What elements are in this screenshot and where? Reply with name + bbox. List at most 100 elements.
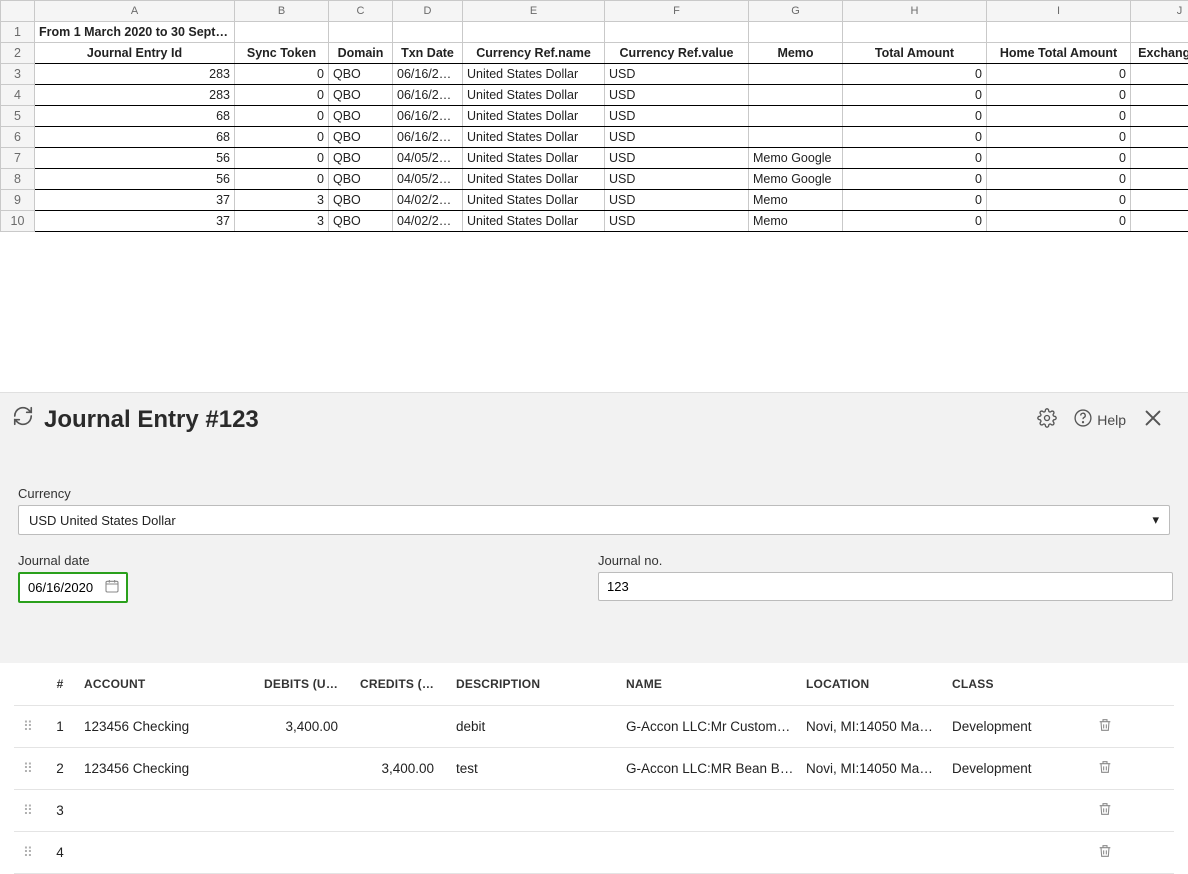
cell[interactable]: USD [605,211,749,232]
row-header[interactable]: 9 [1,190,35,211]
cell[interactable]: Domain [329,43,393,64]
cell[interactable]: 0 [987,211,1131,232]
cell[interactable]: QBO [329,169,393,190]
cell[interactable]: 06/16/2020 [393,127,463,148]
row-header[interactable]: 10 [1,211,35,232]
cell[interactable]: QBO [329,190,393,211]
row-header[interactable]: 4 [1,85,35,106]
cell[interactable]: Total Amount [843,43,987,64]
cell[interactable]: QBO [329,106,393,127]
cell[interactable]: From 1 March 2020 to 30 September 2020 [35,22,235,43]
line-credit[interactable] [354,801,450,821]
row-header[interactable]: 8 [1,169,35,190]
cell[interactable]: United States Dollar [463,190,605,211]
cell[interactable]: 68 [35,106,235,127]
line-item-row[interactable]: ⠿ 4 [14,832,1174,874]
cell[interactable]: 0 [843,64,987,85]
line-location[interactable] [800,801,946,821]
help-button[interactable]: Help [1069,404,1130,435]
cell[interactable] [1131,127,1188,148]
cell[interactable]: 06/16/2020 [393,64,463,85]
cell[interactable]: Memo [749,190,843,211]
cell[interactable]: 04/02/2020 [393,190,463,211]
cell[interactable] [1131,85,1188,106]
line-name[interactable]: G-Accon LLC:MR Bean B Ivan II [620,751,800,786]
col-header[interactable]: D [393,1,463,22]
cell[interactable] [749,106,843,127]
cell[interactable]: 0 [843,190,987,211]
line-description[interactable]: debit [450,709,620,744]
col-header[interactable]: E [463,1,605,22]
cell[interactable]: 3 [235,211,329,232]
cell[interactable]: Txn Date [393,43,463,64]
cell[interactable]: Currency Ref.value [605,43,749,64]
cell[interactable] [749,64,843,85]
cell[interactable]: 0 [235,169,329,190]
cell[interactable]: 0 [987,148,1131,169]
cell[interactable]: 0 [987,190,1131,211]
col-header[interactable]: H [843,1,987,22]
drag-handle-icon[interactable]: ⠿ [14,709,42,745]
settings-button[interactable] [1033,404,1061,435]
cell[interactable]: 0 [235,64,329,85]
cell[interactable]: 06/16/2020 [393,85,463,106]
cell[interactable]: QBO [329,64,393,85]
col-header[interactable]: A [35,1,235,22]
line-class[interactable]: Development [946,751,1086,786]
cell[interactable]: 0 [987,106,1131,127]
cell[interactable]: 37 [35,211,235,232]
cell[interactable]: Sync Token [235,43,329,64]
delete-row-button[interactable] [1086,833,1124,872]
cell[interactable]: 56 [35,148,235,169]
line-class[interactable] [946,801,1086,821]
row-header[interactable]: 2 [1,43,35,64]
line-class[interactable]: Development [946,709,1086,744]
line-credit[interactable]: 3,400.00 [354,751,450,786]
line-description[interactable]: test [450,751,620,786]
cell[interactable]: QBO [329,211,393,232]
cell[interactable]: 0 [235,148,329,169]
col-header[interactable]: F [605,1,749,22]
cell[interactable]: 56 [35,169,235,190]
cell[interactable]: 0 [987,127,1131,148]
cell[interactable]: Home Total Amount [987,43,1131,64]
cell[interactable]: 0 [843,106,987,127]
line-location[interactable]: Novi, MI:14050 Manhatter [800,751,946,786]
cell[interactable] [1131,64,1188,85]
line-debit[interactable] [258,843,354,863]
cell[interactable]: 0 [843,148,987,169]
col-header[interactable]: B [235,1,329,22]
line-account[interactable] [78,843,258,863]
row-header[interactable]: 7 [1,148,35,169]
line-description[interactable] [450,843,620,863]
calendar-icon[interactable] [104,578,120,597]
drag-handle-icon[interactable]: ⠿ [14,751,42,787]
cell[interactable]: USD [605,106,749,127]
cell[interactable]: USD [605,64,749,85]
cell[interactable]: 04/05/2020 [393,169,463,190]
row-header[interactable]: 1 [1,22,35,43]
col-header[interactable]: I [987,1,1131,22]
cell[interactable] [1131,148,1188,169]
spreadsheet[interactable]: A B C D E F G H I J 1 From 1 March 2020 … [0,0,1188,232]
cell[interactable]: 0 [843,85,987,106]
col-header[interactable]: G [749,1,843,22]
cell[interactable]: QBO [329,148,393,169]
cell[interactable]: 04/02/2020 [393,211,463,232]
cell[interactable] [1131,211,1188,232]
journal-no-input[interactable] [598,572,1173,601]
cell[interactable]: United States Dollar [463,64,605,85]
close-button[interactable] [1138,403,1168,436]
cell[interactable]: 0 [843,127,987,148]
cell[interactable]: United States Dollar [463,127,605,148]
cell[interactable]: 0 [235,127,329,148]
currency-select[interactable]: USD United States Dollar ▾ [18,505,1170,535]
line-class[interactable] [946,843,1086,863]
delete-row-button[interactable] [1086,791,1124,830]
cell[interactable]: Journal Entry Id [35,43,235,64]
cell[interactable]: Currency Ref.name [463,43,605,64]
line-credit[interactable] [354,843,450,863]
cell[interactable]: United States Dollar [463,169,605,190]
cell[interactable] [1131,190,1188,211]
cell[interactable]: QBO [329,127,393,148]
